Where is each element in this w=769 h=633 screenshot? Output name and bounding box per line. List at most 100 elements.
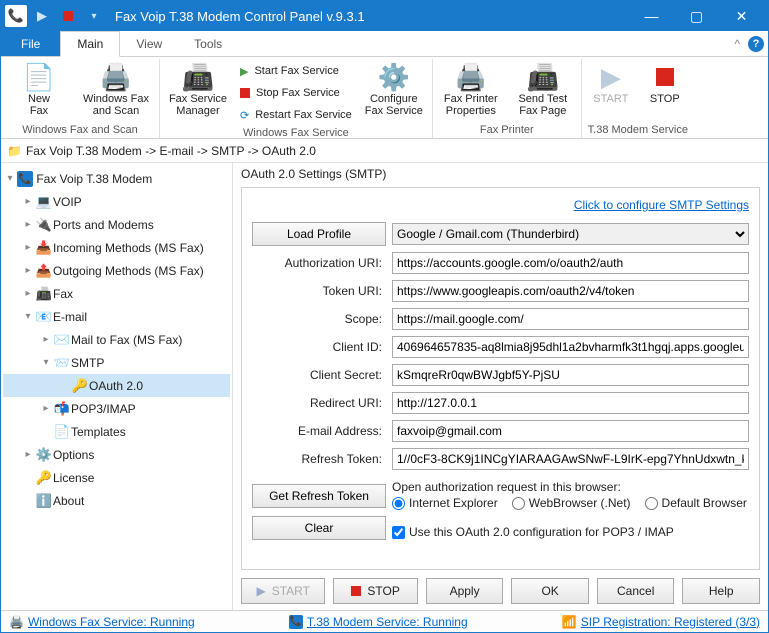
status-t38: 📞T.38 Modem Service: Running <box>281 615 476 629</box>
fax-printer-properties-button[interactable]: 🖨️ Fax Printer Properties <box>437 59 505 117</box>
voip-icon: 💻 <box>35 194 53 210</box>
phone-icon: 📞 <box>17 171 33 187</box>
auth-uri-label: Authorization URI: <box>252 256 386 270</box>
client-secret-label: Client Secret: <box>252 368 386 382</box>
printer-icon: 🖨️ <box>9 615 24 629</box>
tree-incoming[interactable]: ▸📥Incoming Methods (MS Fax) <box>3 236 230 259</box>
license-icon: 🔑 <box>35 470 53 486</box>
sip-icon: 📶 <box>562 615 577 629</box>
tree-root[interactable]: ▾📞 Fax Voip T.38 Modem <box>3 167 230 190</box>
tree-fax[interactable]: ▸📠Fax <box>3 282 230 305</box>
ribbon-collapse-icon[interactable]: ^ <box>734 31 744 56</box>
fax-icon: 📠 <box>35 286 53 302</box>
about-icon: ℹ️ <box>35 493 53 509</box>
stop-fax-service-button[interactable]: Stop Fax Service <box>236 83 356 103</box>
send-test-icon: 📠 <box>527 61 559 93</box>
ribbon: 📄 New Fax 🖨️ Windows Fax and Scan Window… <box>1 57 768 139</box>
status-sip: 📶SIP Registration: Registered (3/3) <box>554 615 768 629</box>
minimize-button[interactable]: — <box>629 1 674 31</box>
tree-mail-to-fax[interactable]: ▸✉️Mail to Fax (MS Fax) <box>3 328 230 351</box>
browser-ie-radio[interactable]: Internet Explorer <box>392 496 498 510</box>
configure-smtp-link[interactable]: Click to configure SMTP Settings <box>574 198 749 212</box>
load-profile-button[interactable]: Load Profile <box>252 222 386 246</box>
client-id-label: Client ID: <box>252 340 386 354</box>
folder-icon: 📁 <box>7 144 22 158</box>
service-start-button[interactable]: ▶ START <box>586 59 636 105</box>
help-button[interactable]: Help <box>682 578 760 604</box>
redirect-uri-field[interactable] <box>392 392 749 414</box>
stop-icon[interactable] <box>57 5 79 27</box>
tree-templates[interactable]: 📄Templates <box>3 420 230 443</box>
breadcrumb: 📁 Fax Voip T.38 Modem -> E-mail -> SMTP … <box>1 139 768 163</box>
menubar: File Main View Tools ^ ? <box>1 31 768 57</box>
service-stop-button[interactable]: STOP <box>640 59 690 105</box>
maximize-button[interactable]: ▢ <box>674 1 719 31</box>
fax-manager-icon: 📠 <box>182 61 214 93</box>
gear-icon: ⚙️ <box>378 61 410 93</box>
printer-props-icon: 🖨️ <box>455 61 487 93</box>
templates-icon: 📄 <box>53 424 71 440</box>
tree-options[interactable]: ▸⚙️Options <box>3 443 230 466</box>
email-field[interactable] <box>392 420 749 442</box>
help-icon[interactable]: ? <box>744 31 768 56</box>
windows-fax-scan-button[interactable]: 🖨️ Windows Fax and Scan <box>77 59 155 117</box>
tree-ports[interactable]: ▸🔌Ports and Modems <box>3 213 230 236</box>
tab-main[interactable]: Main <box>60 31 120 57</box>
outgoing-icon: 📤 <box>35 263 53 279</box>
fax-service-manager-button[interactable]: 📠 Fax Service Manager <box>164 59 232 117</box>
tree-about[interactable]: ℹ️About <box>3 489 230 512</box>
tree-smtp[interactable]: ▾📨SMTP <box>3 351 230 374</box>
play-icon[interactable]: ▶ <box>31 5 53 27</box>
refresh-token-label: Refresh Token: <box>252 452 386 466</box>
tree-voip[interactable]: ▸💻VOIP <box>3 190 230 213</box>
cancel-button[interactable]: Cancel <box>597 578 675 604</box>
auth-uri-field[interactable] <box>392 252 749 274</box>
ok-button[interactable]: OK <box>511 578 589 604</box>
use-for-pop3-checkbox[interactable]: Use this OAuth 2.0 configuration for POP… <box>392 525 674 539</box>
pop3-icon: 📬 <box>53 401 71 417</box>
client-secret-field[interactable] <box>392 364 749 386</box>
new-fax-icon: 📄 <box>23 61 55 93</box>
tab-file[interactable]: File <box>1 31 60 56</box>
browser-default-radio[interactable]: Default Browser <box>645 496 747 510</box>
refresh-token-field[interactable] <box>392 448 749 470</box>
start-button[interactable]: ▶START <box>241 578 325 604</box>
stop-button[interactable]: STOP <box>333 578 417 604</box>
profile-select[interactable]: Google / Gmail.com (Thunderbird) <box>392 223 749 245</box>
email-icon: 📧 <box>35 309 53 325</box>
clear-button[interactable]: Clear <box>252 516 386 540</box>
incoming-icon: 📥 <box>35 240 53 256</box>
new-fax-button[interactable]: 📄 New Fax <box>5 59 73 117</box>
get-refresh-token-button[interactable]: Get Refresh Token <box>252 484 386 508</box>
close-button[interactable]: ✕ <box>719 1 764 31</box>
nav-tree[interactable]: ▾📞 Fax Voip T.38 Modem ▸💻VOIP ▸🔌Ports an… <box>1 163 233 610</box>
browser-net-radio[interactable]: WebBrowser (.Net) <box>512 496 631 510</box>
send-test-fax-button[interactable]: 📠 Send Test Fax Page <box>509 59 577 117</box>
smtp-icon: 📨 <box>53 355 71 371</box>
scope-label: Scope: <box>252 312 386 326</box>
restart-icon: ⟳ <box>240 109 249 122</box>
scope-field[interactable] <box>392 308 749 330</box>
client-id-field[interactable] <box>392 336 749 358</box>
configure-fax-service-button[interactable]: ⚙️ Configure Fax Service <box>360 59 428 117</box>
tab-view[interactable]: View <box>120 31 178 56</box>
play-icon: ▶ <box>601 61 621 93</box>
tree-license[interactable]: 🔑License <box>3 466 230 489</box>
apply-button[interactable]: Apply <box>426 578 504 604</box>
titlebar: 📞 ▶ ▾ Fax Voip T.38 Modem Control Panel … <box>1 1 768 31</box>
restart-fax-service-button[interactable]: ⟳ Restart Fax Service <box>236 105 356 125</box>
tab-tools[interactable]: Tools <box>178 31 238 56</box>
mail-icon: ✉️ <box>53 332 71 348</box>
tree-email[interactable]: ▾📧E-mail <box>3 305 230 328</box>
start-fax-service-button[interactable]: ▶ Start Fax Service <box>236 61 356 81</box>
tree-pop3[interactable]: ▸📬POP3/IMAP <box>3 397 230 420</box>
redirect-uri-label: Redirect URI: <box>252 396 386 410</box>
stop-icon <box>656 61 674 93</box>
ribbon-group-label: T.38 Modem Service <box>586 122 690 138</box>
options-icon: ⚙️ <box>35 447 53 463</box>
play-icon: ▶ <box>256 584 265 598</box>
tree-outgoing[interactable]: ▸📤Outgoing Methods (MS Fax) <box>3 259 230 282</box>
dropdown-icon[interactable]: ▾ <box>83 5 105 27</box>
tree-oauth[interactable]: 🔑OAuth 2.0 <box>3 374 230 397</box>
token-uri-field[interactable] <box>392 280 749 302</box>
